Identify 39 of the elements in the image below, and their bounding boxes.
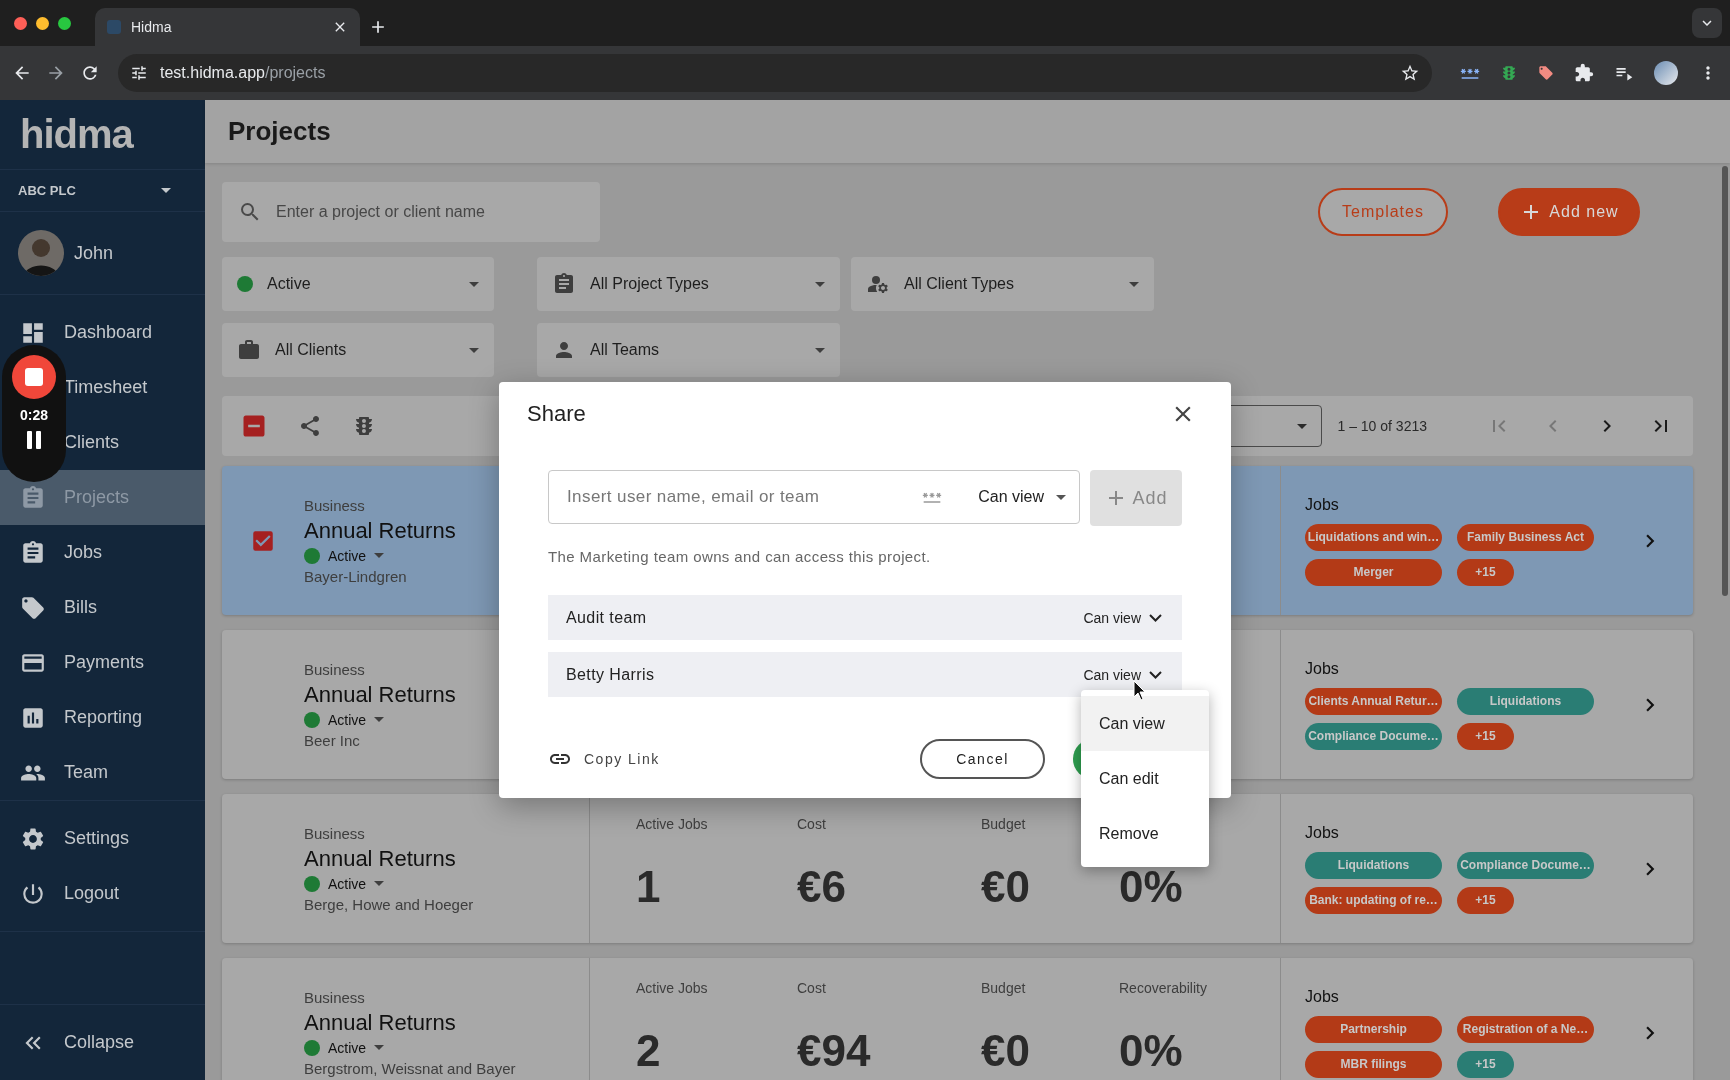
project-type: Business	[304, 988, 366, 1006]
project-type: Business	[304, 660, 366, 678]
project-type: Business	[304, 824, 366, 842]
project-name: Annual Returns	[304, 681, 456, 708]
project-name: Annual Returns	[304, 845, 457, 872]
pagination-range: 1 – 10 of 3213	[1337, 418, 1427, 434]
stat-label: Active Jobs	[636, 816, 708, 832]
client-name: Berge, Howe and Hoeger	[304, 895, 474, 913]
project-type: Business	[304, 496, 366, 514]
jobs-heading: Jobs	[1305, 987, 1340, 1006]
project-name: Annual Returns	[304, 517, 456, 544]
stat-label: Cost	[797, 816, 826, 832]
jobs-heading: Jobs	[1305, 495, 1340, 514]
stat-value: €6	[797, 862, 847, 912]
stat-value: 2	[636, 1026, 662, 1076]
stat-value: 0%	[1119, 862, 1184, 912]
dialog-title: Share	[527, 401, 586, 427]
stat-label: Cost	[797, 980, 826, 996]
user-name: John	[74, 242, 114, 264]
ownership-note: The Marketing team owns and can access this project.	[548, 548, 932, 565]
page-title: Projects	[228, 116, 331, 147]
member-name: Audit team	[566, 608, 647, 627]
stat-value: 1	[636, 862, 662, 912]
jobs-heading: Jobs	[1305, 823, 1340, 842]
stat-label: Budget	[981, 980, 1026, 996]
jobs-heading: Jobs	[1305, 659, 1340, 678]
project-name: Annual Returns	[304, 1009, 457, 1036]
stat-value: €0	[981, 1026, 1031, 1076]
stat-label: Active Jobs	[636, 980, 708, 996]
stat-value: €94	[797, 1026, 872, 1076]
stat-value: 0%	[1119, 1026, 1184, 1076]
stat-value: €0	[981, 862, 1031, 912]
member-name: Betty Harris	[566, 665, 655, 684]
client-name: Bayer-Lindgren	[304, 567, 408, 585]
client-name: Bergstrom, Weissnat and Bayer	[304, 1059, 516, 1077]
stat-label: Recoverability	[1119, 980, 1207, 996]
recording-time: 0:28	[20, 407, 48, 423]
stat-label: Budget	[981, 816, 1026, 832]
client-name: Beer Inc	[304, 731, 361, 749]
